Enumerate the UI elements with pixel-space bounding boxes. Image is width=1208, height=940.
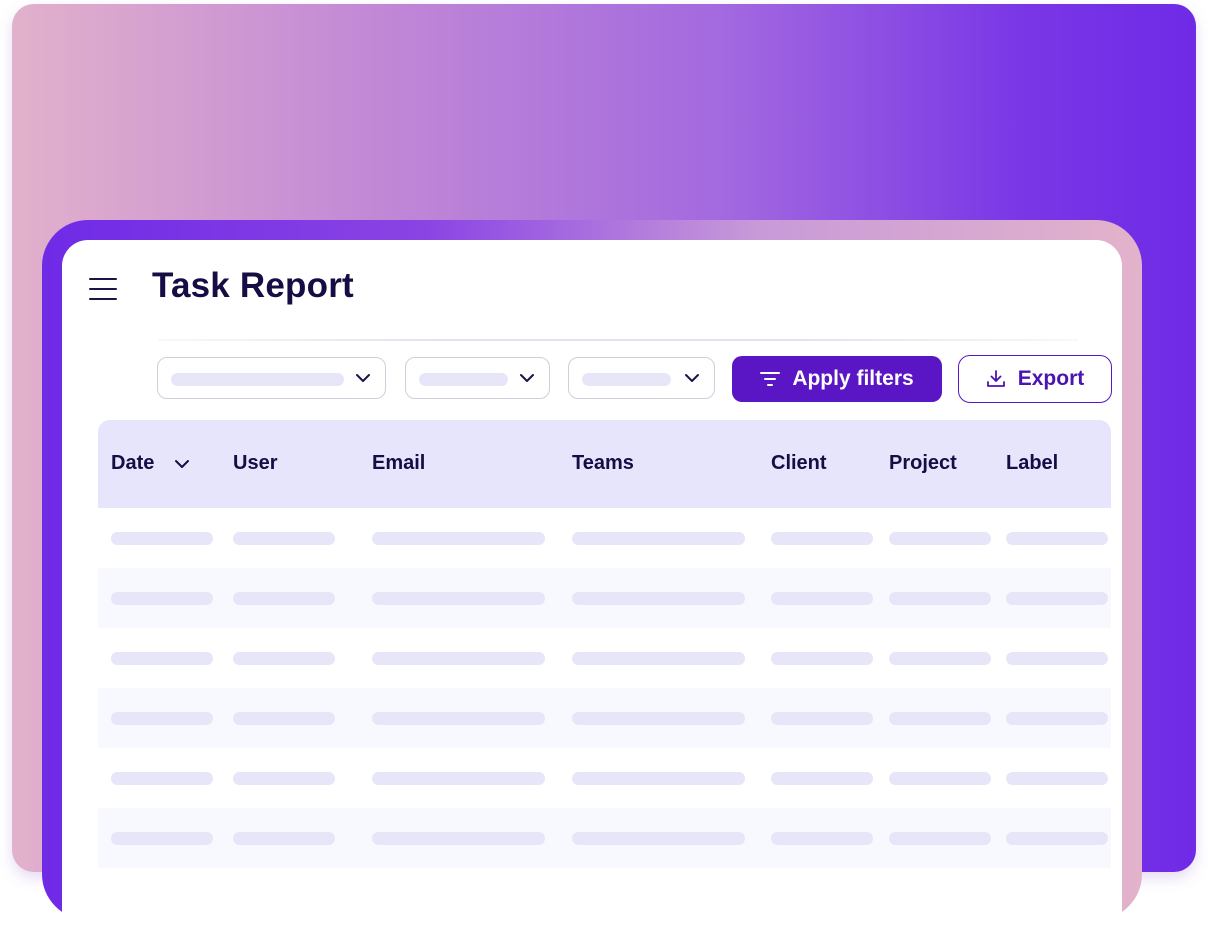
- dropdown-placeholder: [171, 373, 344, 386]
- dropdown-placeholder: [419, 373, 508, 386]
- cell-placeholder: [111, 772, 213, 785]
- chevron-down-icon[interactable]: [174, 458, 190, 470]
- cell-placeholder: [1006, 652, 1108, 665]
- filter-dropdown-2[interactable]: [405, 357, 550, 399]
- cell-placeholder: [771, 592, 873, 605]
- hamburger-menu-icon[interactable]: [89, 278, 117, 300]
- header-divider: [158, 339, 1078, 341]
- column-header-client: Client: [771, 452, 827, 474]
- page-title: Task Report: [152, 266, 354, 305]
- table-row: [98, 628, 1111, 688]
- cell-placeholder: [233, 532, 335, 545]
- cell-placeholder: [372, 832, 545, 845]
- cell-placeholder: [372, 772, 545, 785]
- chevron-down-icon: [356, 374, 370, 382]
- column-header-project: Project: [889, 452, 957, 474]
- cell-placeholder: [572, 712, 745, 725]
- cell-placeholder: [572, 832, 745, 845]
- task-report-card: Task Report Apply filters Export Date Us…: [62, 240, 1122, 940]
- cell-placeholder: [233, 832, 335, 845]
- table-row: [98, 508, 1111, 568]
- cell-placeholder: [111, 532, 213, 545]
- chevron-down-icon: [520, 374, 534, 382]
- apply-filters-label: Apply filters: [792, 367, 914, 390]
- export-label: Export: [1017, 367, 1085, 390]
- cell-placeholder: [572, 652, 745, 665]
- column-header-teams: Teams: [572, 452, 634, 474]
- cell-placeholder: [233, 772, 335, 785]
- cell-placeholder: [1006, 592, 1108, 605]
- table-row: [98, 688, 1111, 748]
- cell-placeholder: [889, 772, 991, 785]
- cell-placeholder: [572, 772, 745, 785]
- dropdown-placeholder: [582, 373, 671, 386]
- cell-placeholder: [233, 592, 335, 605]
- column-header-date[interactable]: Date: [111, 452, 154, 475]
- chevron-down-icon: [685, 374, 699, 382]
- cell-placeholder: [771, 712, 873, 725]
- cell-placeholder: [889, 592, 991, 605]
- table-row: [98, 748, 1111, 808]
- column-header-user: User: [233, 452, 278, 474]
- cell-placeholder: [111, 712, 213, 725]
- cell-placeholder: [572, 532, 745, 545]
- cell-placeholder: [111, 652, 213, 665]
- cell-placeholder: [372, 592, 545, 605]
- download-icon: [986, 370, 1005, 387]
- table-row: [98, 568, 1111, 628]
- cell-placeholder: [889, 652, 991, 665]
- cell-placeholder: [889, 712, 991, 725]
- cell-placeholder: [372, 532, 545, 545]
- cell-placeholder: [233, 652, 335, 665]
- table-header: Date User Email Teams Client Project Lab…: [98, 420, 1111, 508]
- filter-dropdown-1[interactable]: [157, 357, 386, 399]
- cell-placeholder: [1006, 772, 1108, 785]
- column-header-email: Email: [372, 452, 426, 474]
- cell-placeholder: [889, 832, 991, 845]
- filter-icon: [760, 372, 781, 386]
- cell-placeholder: [372, 652, 545, 665]
- cell-placeholder: [111, 592, 213, 605]
- cell-placeholder: [1006, 532, 1108, 545]
- cell-placeholder: [771, 832, 873, 845]
- column-header-label: Label: [1006, 452, 1059, 474]
- cell-placeholder: [572, 592, 745, 605]
- export-button[interactable]: Export: [958, 355, 1112, 403]
- cell-placeholder: [771, 652, 873, 665]
- table-row: [98, 808, 1111, 868]
- filter-dropdown-3[interactable]: [568, 357, 715, 399]
- cell-placeholder: [111, 832, 213, 845]
- cell-placeholder: [889, 532, 991, 545]
- cell-placeholder: [1006, 712, 1108, 725]
- cell-placeholder: [372, 712, 545, 725]
- cell-placeholder: [771, 532, 873, 545]
- cell-placeholder: [233, 712, 335, 725]
- apply-filters-button[interactable]: Apply filters: [732, 356, 942, 402]
- cell-placeholder: [771, 772, 873, 785]
- cell-placeholder: [1006, 832, 1108, 845]
